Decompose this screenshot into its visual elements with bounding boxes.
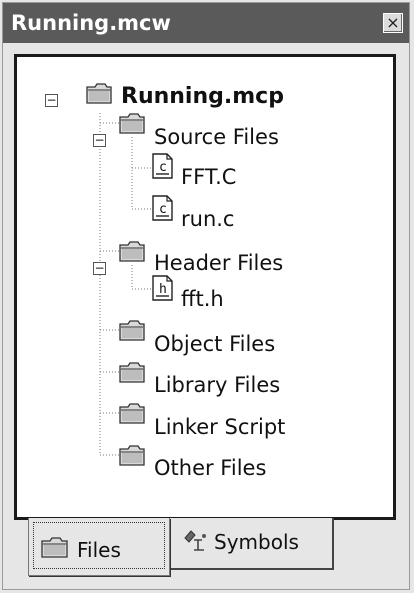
tab-files-label: Files (77, 538, 121, 562)
window-title: Running.mcw (11, 11, 171, 35)
folder-icon (119, 241, 145, 262)
tree-item-linker-script[interactable]: Linker Script (154, 414, 285, 440)
project-folder-icon (86, 83, 112, 104)
folder-icon (41, 537, 68, 558)
tree-item-source-files[interactable]: Source Files (154, 124, 279, 150)
close-icon: × (386, 13, 400, 32)
collapse-icon: − (94, 133, 105, 147)
project-collapse-toggle[interactable]: − (45, 94, 58, 107)
file-type-letter: c (159, 202, 167, 217)
tree-item-fft-c[interactable]: FFT.C (181, 164, 236, 190)
tree-item-header-files[interactable]: Header Files (154, 250, 283, 276)
tree-item-fft-h[interactable]: fft.h (181, 286, 224, 312)
project-tree[interactable]: c c h − − − Running.mcp Source Files FFT… (14, 54, 396, 520)
tree-item-object-files[interactable]: Object Files (154, 331, 275, 357)
tree-item-library-files[interactable]: Library Files (154, 372, 280, 398)
folder-icon (119, 113, 145, 134)
collapse-icon: − (46, 93, 57, 107)
folder-icon (119, 403, 145, 424)
tree-item-project[interactable]: Running.mcp (121, 84, 284, 110)
tab-files[interactable]: Files (28, 518, 170, 576)
tab-symbols[interactable]: Symbols (168, 518, 334, 570)
folder-icon (119, 362, 145, 383)
workspace-tabs: Symbols Files (14, 518, 396, 578)
title-bar[interactable]: Running.mcw × (3, 3, 409, 43)
tab-symbols-label: Symbols (214, 530, 299, 554)
folder-icon (119, 320, 145, 341)
tree-connector-lines (99, 113, 151, 456)
tree-item-run-c[interactable]: run.c (181, 206, 234, 232)
symbols-icon (184, 530, 206, 551)
file-type-letter: c (159, 160, 167, 175)
tree-item-other-files[interactable]: Other Files (154, 455, 266, 481)
folder-icon (119, 445, 145, 466)
source-files-collapse-toggle[interactable]: − (93, 134, 106, 147)
close-button[interactable]: × (383, 13, 403, 33)
header-files-collapse-toggle[interactable]: − (93, 262, 106, 275)
file-type-letter: h (159, 282, 167, 297)
collapse-icon: − (94, 261, 105, 275)
